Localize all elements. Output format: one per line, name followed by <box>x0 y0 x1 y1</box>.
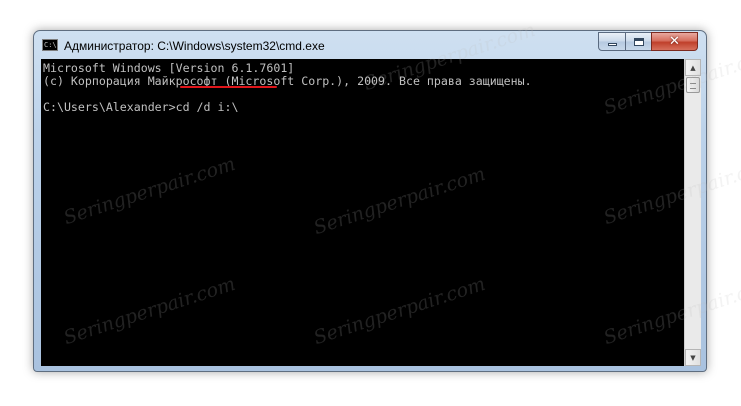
minimize-icon <box>607 43 617 46</box>
console-line-copyright: (c) Корпорация Майкрософт (Microsoft Cor… <box>43 74 532 88</box>
maximize-button[interactable] <box>625 32 652 51</box>
scroll-down-icon[interactable]: ▼ <box>685 349 701 366</box>
minimize-button[interactable] <box>598 32 626 51</box>
cmd-window: C:\ Администратор: C:\Windows\system32\c… <box>33 30 707 372</box>
console-output[interactable]: Microsoft Windows [Version 6.1.7601] (c)… <box>41 59 684 366</box>
close-icon: ✕ <box>669 34 680 49</box>
command-highlight-underline <box>180 86 277 88</box>
vertical-scrollbar[interactable]: ▲ ▼ <box>684 59 701 366</box>
scroll-up-icon[interactable]: ▲ <box>685 59 701 76</box>
window-title: Администратор: C:\Windows\system32\cmd.e… <box>64 39 325 53</box>
close-button[interactable]: ✕ <box>651 32 698 51</box>
title-bar[interactable]: C:\ Администратор: C:\Windows\system32\c… <box>34 31 706 59</box>
maximize-icon <box>633 37 644 46</box>
console-line-prompt: C:\Users\Alexander>cd /d i:\ <box>43 100 239 114</box>
cmd-app-icon[interactable]: C:\ <box>42 39 58 51</box>
scrollbar-thumb[interactable] <box>686 77 700 93</box>
